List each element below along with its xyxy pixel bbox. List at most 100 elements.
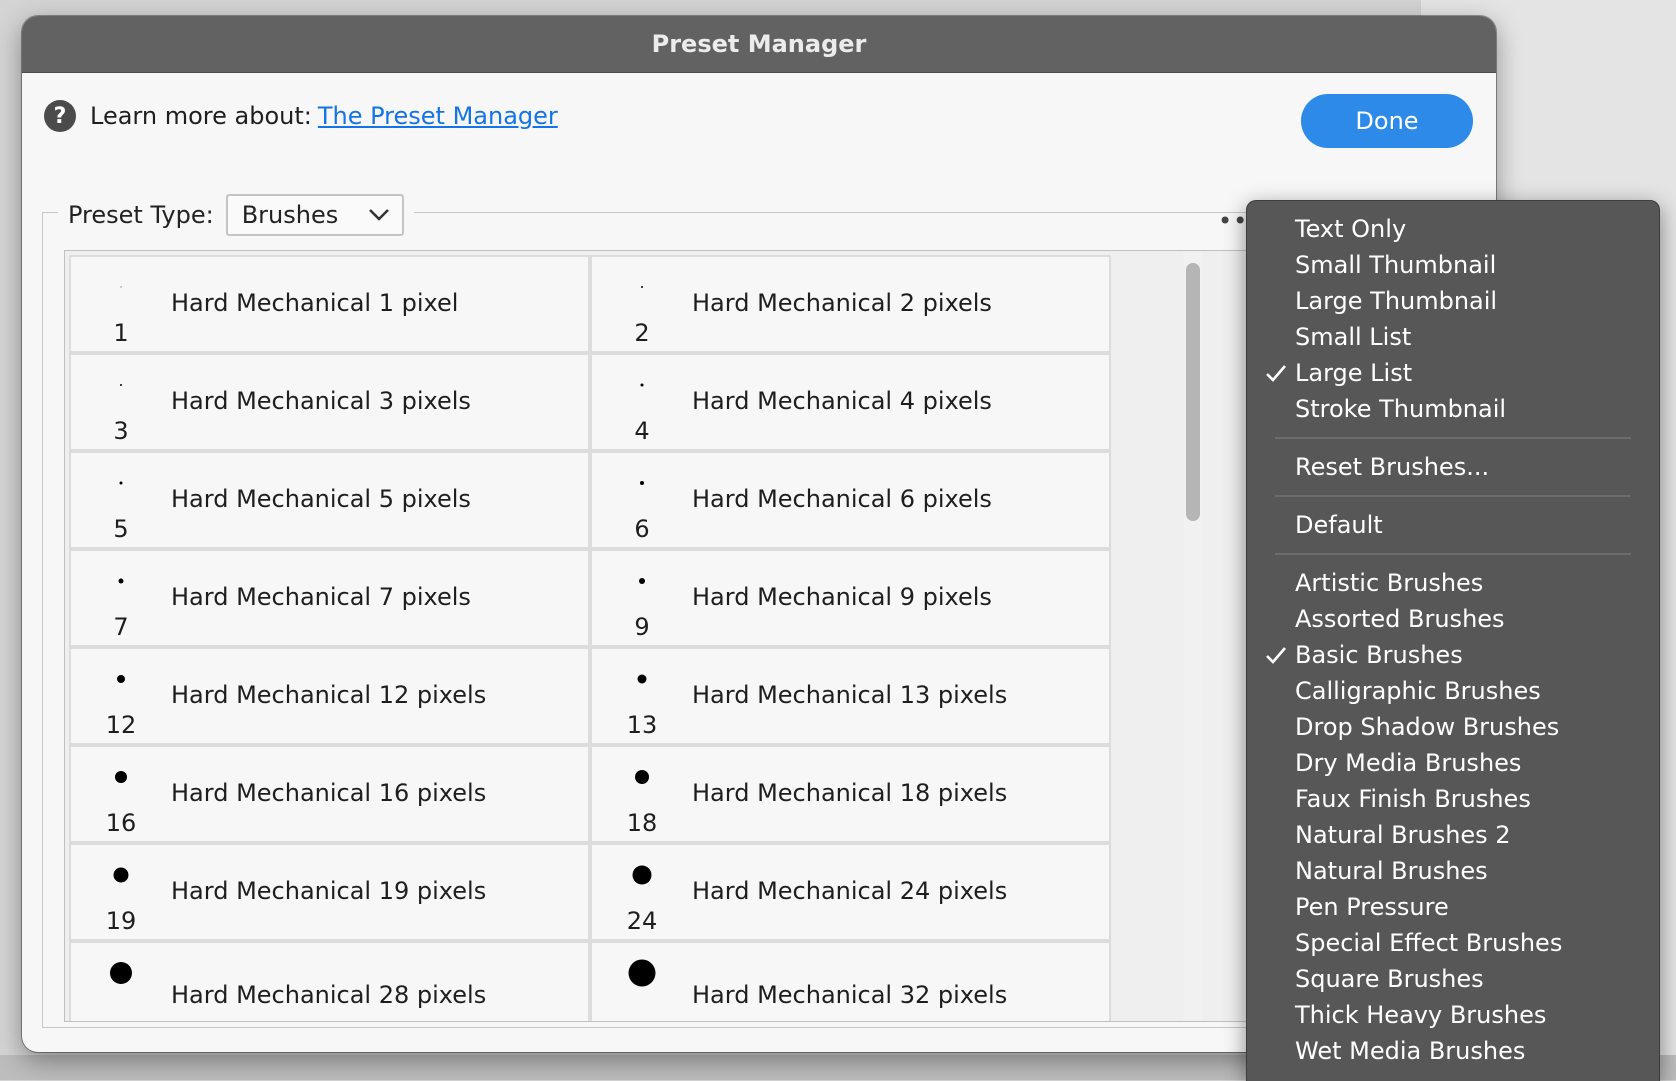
brush-name: Hard Mechanical 5 pixels [171,485,471,513]
menu-item-label: Large List [1295,359,1413,387]
brush-name: Hard Mechanical 3 pixels [171,387,471,415]
brush-tip-icon [628,959,656,987]
brush-name: Hard Mechanical 13 pixels [692,681,1008,709]
brush-preset[interactable]: Hard Mechanical 32 pixels [590,941,1111,1021]
menu-item[interactable]: Stroke Thumbnail [1247,391,1659,427]
menu-item-label: Faux Finish Brushes [1295,785,1531,813]
brush-preset[interactable]: 1 Hard Mechanical 1 pixel [69,255,590,353]
brush-size: 1 [113,319,129,347]
menu-item[interactable]: Basic Brushes [1247,637,1659,673]
brush-preset[interactable]: 16 Hard Mechanical 16 pixels [69,745,590,843]
brush-size: 6 [634,515,650,543]
brush-name: Hard Mechanical 19 pixels [171,877,487,905]
checkmark-icon [1266,365,1286,382]
brush-preset[interactable]: 12 Hard Mechanical 12 pixels [69,647,590,745]
menu-item[interactable]: Square Brushes [1247,961,1659,997]
menu-item-label: Assorted Brushes [1295,605,1505,633]
menu-separator [1275,437,1631,439]
brush-size: 13 [626,711,658,739]
menu-item-label: Calligraphic Brushes [1295,677,1541,705]
brush-tip-icon [120,286,122,288]
menu-item[interactable]: Thick Heavy Brushes [1247,997,1659,1033]
brush-name: Hard Mechanical 18 pixels [692,779,1008,807]
menu-item[interactable]: Wet Media Brushes [1247,1033,1659,1069]
preset-manager-link[interactable]: The Preset Manager [318,102,558,130]
help-row: ? Learn more about: The Preset Manager [44,96,558,136]
menu-item[interactable]: Assorted Brushes [1247,601,1659,637]
preset-type-select[interactable]: Brushes [225,194,404,236]
brush-tip-icon [117,675,125,683]
brush-preset[interactable]: 9 Hard Mechanical 9 pixels [590,549,1111,647]
menu-item[interactable]: Calligraphic Brushes [1247,673,1659,709]
menu-item-label: Text Only [1295,215,1407,243]
menu-item-label: Pen Pressure [1295,893,1449,921]
brush-size: 5 [113,515,129,543]
brush-size: 16 [105,809,137,837]
brush-size: 9 [634,613,650,641]
menu-item[interactable]: Faux Finish Brushes [1247,781,1659,817]
brush-preset[interactable]: 18 Hard Mechanical 18 pixels [590,745,1111,843]
brush-preset[interactable]: 13 Hard Mechanical 13 pixels [590,647,1111,745]
brush-preset[interactable]: 2 Hard Mechanical 2 pixels [590,255,1111,353]
brush-size: 12 [105,711,137,739]
menu-item[interactable]: Large List [1247,355,1659,391]
menu-item[interactable]: Drop Shadow Brushes [1247,709,1659,745]
menu-item-label: Artistic Brushes [1295,569,1484,597]
brush-preset[interactable]: 3 Hard Mechanical 3 pixels [69,353,590,451]
menu-item[interactable]: Reset Brushes... [1247,449,1659,485]
brush-tip-icon [640,383,644,387]
brush-tip-icon [113,867,129,883]
more-options-icon[interactable]: •• [1218,209,1248,233]
brush-preset[interactable]: 24 Hard Mechanical 24 pixels [590,843,1111,941]
brush-preset[interactable]: 4 Hard Mechanical 4 pixels [590,353,1111,451]
brush-name: Hard Mechanical 32 pixels [692,981,1008,1009]
chevron-down-icon [368,209,389,221]
brush-name: Hard Mechanical 24 pixels [692,877,1008,905]
menu-item[interactable]: Small Thumbnail [1247,247,1659,283]
menu-item[interactable]: Special Effect Brushes [1247,925,1659,961]
brush-tip-icon [639,578,645,584]
menu-item[interactable]: Large Thumbnail [1247,283,1659,319]
brush-preset[interactable]: 19 Hard Mechanical 19 pixels [69,843,590,941]
scrollbar-thumb[interactable] [1186,263,1200,521]
menu-item-label: Thick Heavy Brushes [1295,1001,1547,1029]
menu-item[interactable]: Small List [1247,319,1659,355]
brush-preset[interactable]: Hard Mechanical 28 pixels [69,941,590,1021]
menu-item[interactable]: Natural Brushes [1247,853,1659,889]
menu-item-label: Reset Brushes... [1295,453,1490,481]
help-label: Learn more about: [90,102,312,130]
brush-tip-icon [118,578,124,584]
brush-grid: 1 Hard Mechanical 1 pixel 2 Hard Mechanical… [69,255,1111,1021]
brush-tip-icon [640,481,644,485]
menu-item-label: Basic Brushes [1295,641,1463,669]
brush-name: Hard Mechanical 16 pixels [171,779,487,807]
brush-size: 24 [626,907,658,935]
menu-item-label: Small List [1295,323,1412,351]
menu-item[interactable]: Pen Pressure [1247,889,1659,925]
brush-tip-icon [120,384,122,386]
menu-item-label: Dry Media Brushes [1295,749,1522,777]
menu-item-label: Stroke Thumbnail [1295,395,1507,423]
brush-name: Hard Mechanical 28 pixels [171,981,487,1009]
brush-name: Hard Mechanical 9 pixels [692,583,992,611]
scrollbar[interactable] [1183,251,1203,1021]
menu-item[interactable]: Artistic Brushes [1247,565,1659,601]
brush-tip-icon [110,962,132,984]
brush-list[interactable]: 1 Hard Mechanical 1 pixel 2 Hard Mechanical… [64,250,1276,1022]
help-icon[interactable]: ? [44,100,76,132]
brush-preset[interactable]: 5 Hard Mechanical 5 pixels [69,451,590,549]
brush-name: Hard Mechanical 4 pixels [692,387,992,415]
brush-preset[interactable]: 6 Hard Mechanical 6 pixels [590,451,1111,549]
menu-item[interactable]: Dry Media Brushes [1247,745,1659,781]
menu-item[interactable]: Text Only [1247,211,1659,247]
menu-item[interactable]: Natural Brushes 2 [1247,817,1659,853]
dialog-title: Preset Manager [22,16,1496,73]
preset-type-value: Brushes [241,201,339,229]
menu-item[interactable]: Default [1247,507,1659,543]
checkmark-icon [1266,647,1286,664]
done-button[interactable]: Done [1301,94,1473,148]
brush-preset[interactable]: 7 Hard Mechanical 7 pixels [69,549,590,647]
brush-size: 2 [634,319,650,347]
preset-type-label: Preset Type: [68,201,214,229]
brush-tip-icon [632,865,652,885]
